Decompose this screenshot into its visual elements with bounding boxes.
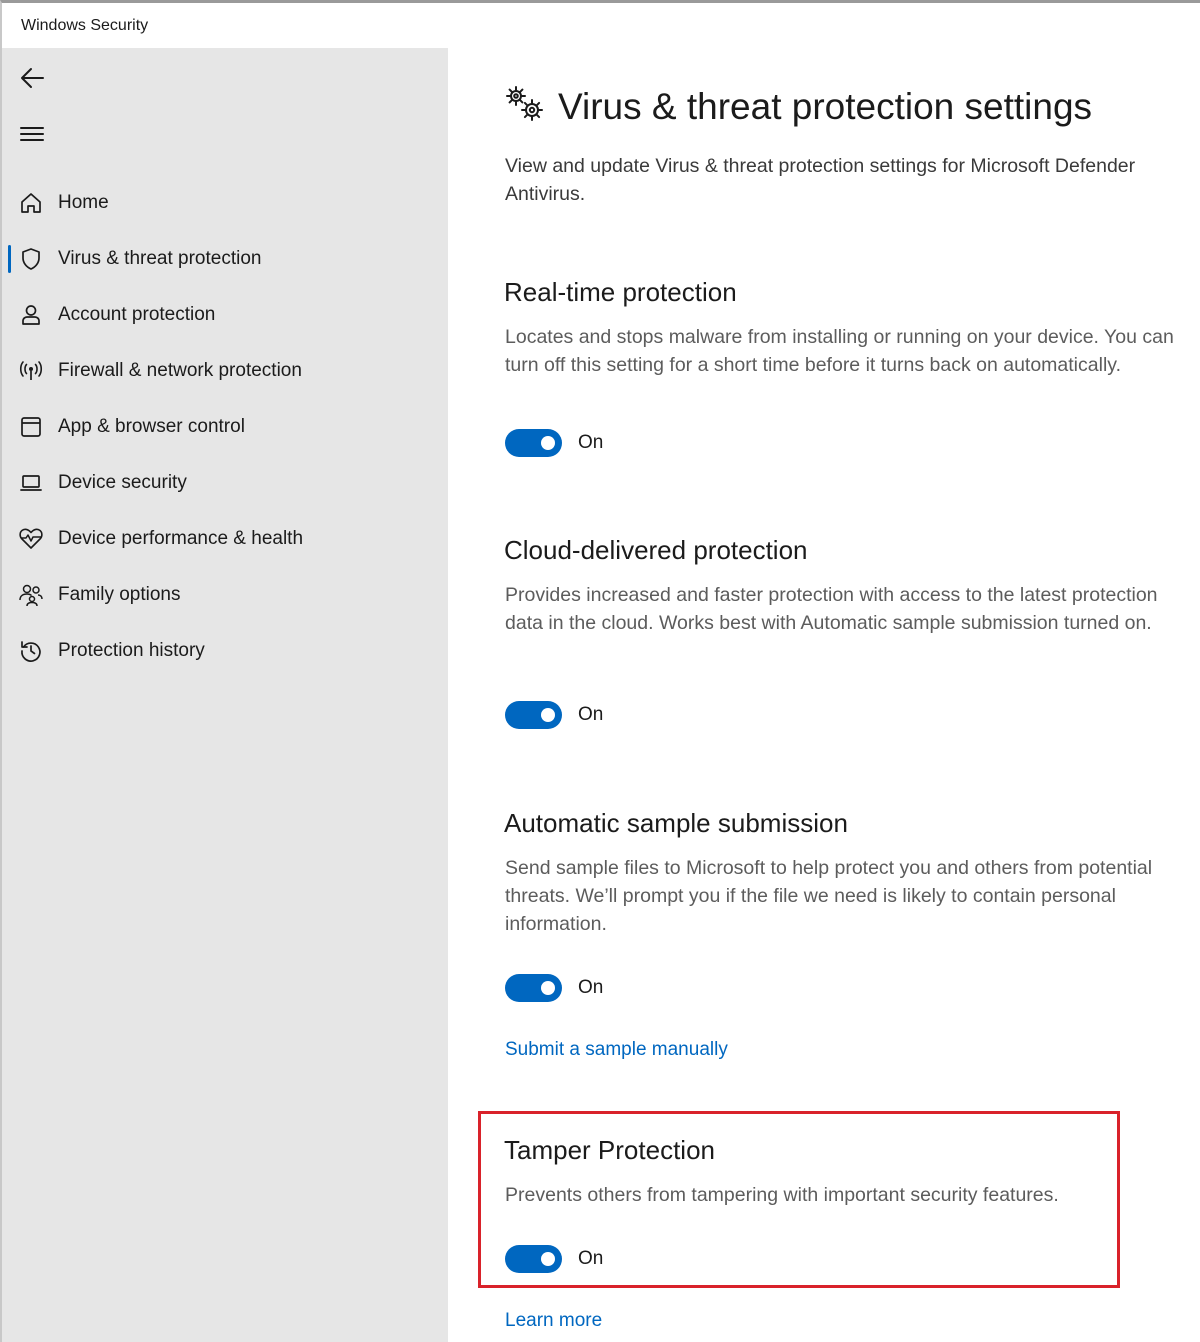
cloud-protection-toggle[interactable]	[505, 701, 562, 729]
sidebar-item-app-browser-control[interactable]: App & browser control	[2, 404, 448, 450]
family-icon	[18, 582, 44, 608]
section-desc-cloud: Provides increased and faster protection…	[505, 584, 1158, 634]
sidebar-item-label: Device security	[58, 472, 187, 493]
wireless-antenna-icon	[18, 358, 44, 384]
hamburger-menu-icon	[20, 127, 44, 141]
toggle-knob	[541, 981, 555, 995]
app-window-icon	[18, 414, 44, 440]
sidebar-item-label: Device performance & health	[58, 528, 304, 549]
section-desc-tamper: Prevents others from tampering with impo…	[505, 1184, 1059, 1206]
sample-submission-toggle[interactable]	[505, 974, 562, 1002]
sidebar-item-firewall-network-protection[interactable]: Firewall & network protection	[2, 348, 448, 394]
back-arrow-icon	[21, 68, 44, 88]
sidebar-item-label: Home	[58, 192, 109, 213]
sidebar-item-label: App & browser control	[58, 416, 245, 437]
main-content: Virus & threat protection settings View …	[448, 48, 1200, 1342]
sidebar-item-label: Family options	[58, 584, 181, 605]
toggle-knob	[541, 436, 555, 450]
section-title-realtime: Real-time protection	[504, 277, 737, 307]
gears-icon	[506, 86, 543, 121]
tamper-toggle-row: On	[505, 1244, 603, 1274]
toggle-knob	[541, 1252, 555, 1266]
shield-icon	[18, 246, 44, 272]
sidebar-item-device-security[interactable]: Device security	[2, 460, 448, 506]
heart-pulse-icon	[18, 526, 44, 552]
sidebar-item-virus-threat-protection[interactable]: Virus & threat protection	[2, 236, 448, 282]
page-subtitle: View and update Virus & threat protectio…	[505, 155, 1136, 205]
page-title: Virus & threat protection settings	[558, 86, 1093, 127]
sidebar-item-label: Virus & threat protection	[58, 248, 262, 269]
title-bar: Windows Security	[2, 3, 1200, 48]
sidebar: Home Virus & threat protection Account p…	[2, 48, 448, 1342]
history-icon	[18, 638, 44, 664]
submit-sample-link[interactable]: Submit a sample manually	[505, 1039, 728, 1061]
sample-submission-toggle-row: On	[505, 973, 603, 1003]
toggle-state-label: On	[578, 1248, 604, 1269]
cloud-toggle-row: On	[505, 700, 603, 730]
section-title-tamper: Tamper Protection	[504, 1135, 715, 1165]
tamper-protection-toggle[interactable]	[505, 1245, 562, 1273]
section-desc-sample-submission: Send sample files to Microsoft to help p…	[505, 857, 1153, 935]
windows-security-window: Windows Security Home Virus & threat pro…	[0, 0, 1200, 1342]
toggle-state-label: On	[578, 704, 604, 725]
menu-button[interactable]	[16, 118, 48, 150]
selected-indicator	[8, 245, 11, 273]
sidebar-item-device-performance-health[interactable]: Device performance & health	[2, 516, 448, 562]
realtime-protection-toggle[interactable]	[505, 429, 562, 457]
home-icon	[18, 190, 44, 216]
sidebar-item-label: Account protection	[58, 304, 216, 325]
page-header-icon-wrap	[504, 84, 546, 124]
laptop-icon	[18, 470, 44, 496]
toggle-state-label: On	[578, 432, 604, 453]
sidebar-item-label: Protection history	[58, 640, 205, 661]
section-title-sample-submission: Automatic sample submission	[504, 808, 848, 838]
window-title: Windows Security	[21, 16, 149, 34]
toggle-knob	[541, 708, 555, 722]
section-title-cloud: Cloud-delivered protection	[504, 535, 808, 565]
back-button[interactable]	[16, 62, 48, 94]
learn-more-link[interactable]: Learn more	[505, 1310, 602, 1332]
person-icon	[18, 302, 44, 328]
realtime-toggle-row: On	[505, 428, 603, 458]
section-desc-realtime: Locates and stops malware from installin…	[505, 326, 1174, 376]
sidebar-item-label: Firewall & network protection	[58, 360, 302, 381]
sidebar-item-protection-history[interactable]: Protection history	[2, 628, 448, 674]
toggle-state-label: On	[578, 977, 604, 998]
sidebar-item-family-options[interactable]: Family options	[2, 572, 448, 618]
sidebar-item-account-protection[interactable]: Account protection	[2, 292, 448, 338]
sidebar-item-home[interactable]: Home	[2, 180, 448, 226]
